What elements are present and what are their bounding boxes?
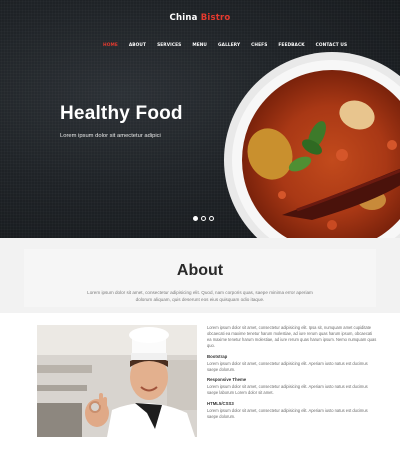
brand-logo[interactable]: China Bistro bbox=[0, 13, 400, 23]
nav-item-feedback[interactable]: FEEDBACK bbox=[278, 43, 304, 48]
features-column: Lorem ipsum dolor sit amet, consectetur … bbox=[207, 325, 377, 424]
feature-heading-bootstrap: Bootstrap bbox=[207, 353, 228, 359]
nav-item-contact-us[interactable]: CONTACT US bbox=[316, 43, 348, 48]
feature-heading-html5: HTML5/CSS3 bbox=[207, 400, 234, 406]
feature-heading-responsive: Responsive Theme bbox=[207, 377, 247, 382]
slide-dot-3[interactable] bbox=[209, 216, 214, 221]
hero-food-image bbox=[222, 50, 400, 238]
feature-text-html5: Lorem ipsum dolor sit amet, consectetur … bbox=[207, 407, 368, 419]
nav-item-about[interactable]: ABOUT bbox=[129, 43, 146, 48]
hero-subtitle: Lorem ipsum dolor sit amectetur adipici bbox=[60, 133, 161, 139]
brand-name-part1: China bbox=[169, 13, 198, 23]
slide-dot-2[interactable] bbox=[201, 216, 206, 221]
features-intro: Lorem ipsum dolor sit amet, consectetur … bbox=[207, 325, 377, 348]
nav-item-chefs[interactable]: CHEFS bbox=[251, 43, 267, 48]
hero-title: Healthy Food bbox=[60, 103, 183, 124]
nav-item-home[interactable]: HOME bbox=[103, 43, 118, 48]
nav-item-services[interactable]: SERVICES bbox=[157, 43, 181, 48]
slider-dots bbox=[193, 216, 214, 221]
slide-dot-1[interactable] bbox=[193, 216, 198, 221]
feature-text-bootstrap: Lorem ipsum dolor sit amet, consectetur … bbox=[207, 360, 368, 372]
chef-image bbox=[37, 325, 197, 437]
brand-name-part2: Bistro bbox=[200, 13, 231, 23]
nav-item-gallery[interactable]: GALLERY bbox=[218, 43, 240, 48]
main-nav: HOME ABOUT SERVICES MENU GALLERY CHEFS F… bbox=[103, 43, 358, 48]
feature-text-responsive: Lorem ipsum dolor sit amet, consectetur … bbox=[207, 384, 368, 395]
nav-item-menu[interactable]: MENU bbox=[192, 43, 207, 48]
about-title: About bbox=[176, 262, 224, 279]
about-text: Lorem ipsum dolor sit amet, consectetur … bbox=[87, 290, 313, 302]
hero-slider: China Bistro HOME ABOUT SERVICES MENU GA… bbox=[0, 0, 400, 238]
